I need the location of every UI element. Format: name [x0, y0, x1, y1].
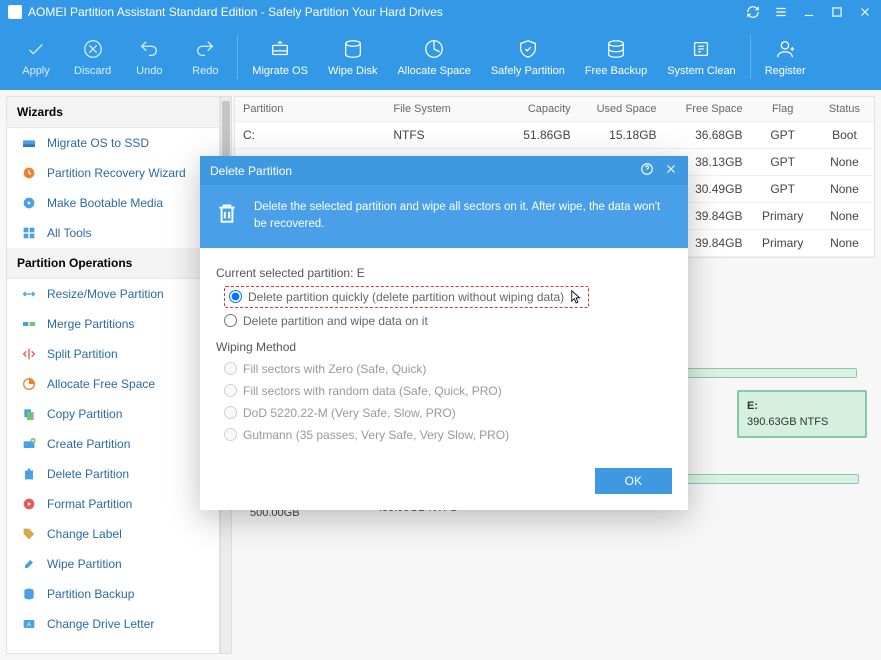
ok-button[interactable]: OK	[595, 468, 672, 494]
bootable-icon	[21, 195, 37, 211]
sidebar-item-wipe[interactable]: Wipe Partition	[7, 549, 219, 579]
allocate-space-button[interactable]: Allocate Space	[387, 31, 480, 83]
dialog-help-icon[interactable]	[640, 162, 654, 179]
col-fs[interactable]: File System	[385, 97, 492, 122]
wizards-header: Wizards	[7, 97, 219, 128]
dialog-title: Delete Partition	[210, 164, 640, 178]
col-used[interactable]: Used Space	[579, 97, 665, 122]
col-flag[interactable]: Flag	[750, 97, 814, 122]
ssd-icon	[21, 135, 37, 151]
sidebar: Wizards Migrate OS to SSD Partition Reco…	[6, 96, 220, 654]
dialog-banner: Delete the selected partition and wipe a…	[200, 185, 688, 248]
system-clean-button[interactable]: System Clean	[657, 31, 745, 83]
svg-text:A: A	[27, 623, 31, 629]
create-icon	[21, 436, 37, 452]
radio-wipe-random	[224, 384, 237, 397]
trash-icon	[214, 199, 240, 227]
quick-delete-option-highlight: Delete partition quickly (delete partiti…	[224, 286, 589, 308]
radio-delete-wipe[interactable]	[224, 314, 237, 327]
radio-wipe-gutmann	[224, 428, 237, 441]
app-icon	[8, 5, 22, 19]
free-backup-button[interactable]: Free Backup	[575, 31, 657, 83]
radio-wipe-zero-label: Fill sectors with Zero (Safe, Quick)	[243, 362, 426, 376]
radio-wipe-zero	[224, 362, 237, 375]
recovery-icon	[21, 165, 37, 181]
resize-icon	[21, 286, 37, 302]
register-button[interactable]: Register	[755, 31, 816, 83]
sidebar-item-copy[interactable]: Copy Partition	[7, 399, 219, 429]
delete-partition-dialog: Delete Partition Delete the selected par…	[200, 156, 688, 510]
sidebar-item-recovery[interactable]: Partition Recovery Wizard	[7, 158, 219, 188]
partition-e-label: E:	[747, 400, 857, 412]
merge-icon	[21, 316, 37, 332]
radio-wipe-gutmann-label: Gutmann (35 passes, Very Safe, Very Slow…	[243, 428, 509, 442]
sidebar-item-driveletter[interactable]: AChange Drive Letter	[7, 609, 219, 639]
partition-e-fs: 390.63GB NTFS	[747, 416, 857, 428]
sidebar-item-allocate[interactable]: Allocate Free Space	[7, 369, 219, 399]
scrollbar-thumb[interactable]	[222, 101, 230, 161]
radio-delete-quick-label: Delete partition quickly (delete partiti…	[248, 290, 564, 304]
letter-icon: A	[21, 616, 37, 632]
col-partition[interactable]: Partition	[235, 97, 385, 122]
format-icon	[21, 496, 37, 512]
ops-header: Partition Operations	[7, 248, 219, 279]
copy-icon	[21, 406, 37, 422]
partition-e-box[interactable]: E: 390.63GB NTFS	[737, 390, 867, 438]
dialog-titlebar[interactable]: Delete Partition	[200, 156, 688, 185]
sidebar-item-split[interactable]: Split Partition	[7, 339, 219, 369]
toolbar: Apply Discard Undo Redo Migrate OS Wipe …	[0, 24, 881, 90]
refresh-icon[interactable]	[745, 4, 761, 20]
sidebar-item-resize[interactable]: Resize/Move Partition	[7, 279, 219, 309]
sidebar-item-label[interactable]: Change Label	[7, 519, 219, 549]
table-row[interactable]: C:NTFS51.86GB15.18GB36.68GBGPTBoot	[235, 122, 874, 149]
redo-button[interactable]: Redo	[177, 31, 233, 83]
radio-wipe-dod	[224, 406, 237, 419]
col-capacity[interactable]: Capacity	[493, 97, 579, 122]
sidebar-item-migrate-ssd[interactable]: Migrate OS to SSD	[7, 128, 219, 158]
sidebar-item-backup[interactable]: Partition Backup	[7, 579, 219, 609]
close-icon[interactable]	[857, 4, 873, 20]
sidebar-item-merge[interactable]: Merge Partitions	[7, 309, 219, 339]
col-status[interactable]: Status	[815, 97, 874, 122]
sidebar-item-delete[interactable]: Delete Partition	[7, 459, 219, 489]
wipe-icon	[21, 556, 37, 572]
cursor-icon	[570, 289, 584, 305]
dialog-banner-text: Delete the selected partition and wipe a…	[254, 199, 674, 234]
radio-wipe-dod-label: DoD 5220.22-M (Very Safe, Slow, PRO)	[243, 406, 456, 420]
sidebar-item-create[interactable]: Create Partition	[7, 429, 219, 459]
titlebar: AOMEI Partition Assistant Standard Editi…	[0, 0, 881, 24]
undo-button[interactable]: Undo	[121, 31, 177, 83]
safely-partition-button[interactable]: Safely Partition	[481, 31, 575, 83]
alltools-icon	[21, 225, 37, 241]
sidebar-item-bootable[interactable]: Make Bootable Media	[7, 188, 219, 218]
window-title: AOMEI Partition Assistant Standard Editi…	[28, 5, 745, 19]
col-free[interactable]: Free Space	[665, 97, 751, 122]
dialog-close-icon[interactable]	[664, 162, 678, 179]
backup-icon	[21, 586, 37, 602]
sidebar-item-format[interactable]: Format Partition	[7, 489, 219, 519]
label-icon	[21, 526, 37, 542]
discard-button[interactable]: Discard	[64, 31, 121, 83]
radio-wipe-random-label: Fill sectors with random data (Safe, Qui…	[243, 384, 502, 398]
allocate-icon	[21, 376, 37, 392]
wiping-method-header: Wiping Method	[216, 340, 672, 354]
current-partition-label: Current selected partition: E	[216, 266, 672, 280]
apply-button[interactable]: Apply	[8, 31, 64, 83]
radio-delete-wipe-label: Delete partition and wipe data on it	[243, 314, 428, 328]
maximize-icon[interactable]	[829, 4, 845, 20]
minimize-icon[interactable]	[801, 4, 817, 20]
delete-icon	[21, 466, 37, 482]
menu-icon[interactable]	[773, 4, 789, 20]
radio-delete-quick[interactable]	[229, 290, 242, 303]
sidebar-item-alltools[interactable]: All Tools	[7, 218, 219, 248]
migrate-os-button[interactable]: Migrate OS	[242, 31, 318, 83]
wipe-disk-button[interactable]: Wipe Disk	[318, 31, 388, 83]
split-icon	[21, 346, 37, 362]
